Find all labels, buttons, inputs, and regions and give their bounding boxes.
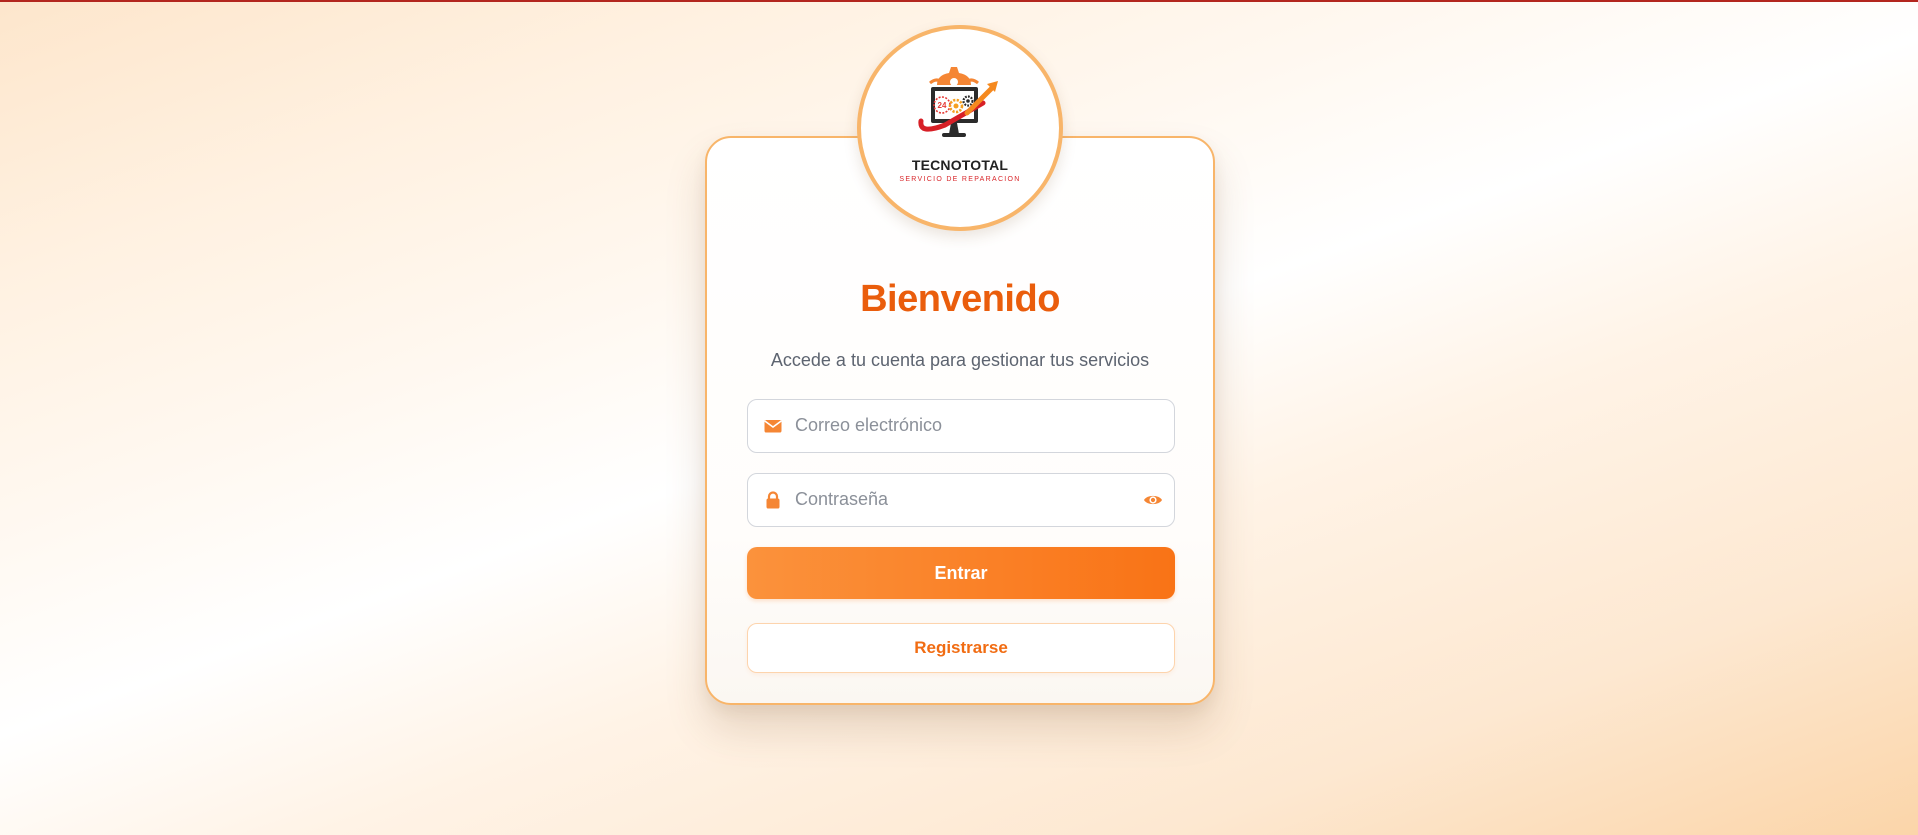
page-subtitle: Accede a tu cuenta para gestionar tus se… <box>770 350 1150 370</box>
page-title: Bienvenido <box>860 278 1060 320</box>
lock-icon <box>766 491 780 509</box>
register-button[interactable]: Registrarse <box>747 623 1175 673</box>
password-field <box>747 473 1175 527</box>
email-field <box>747 399 1175 453</box>
logo-circle: 24 TECNOTOTAL SERVICIO DE REPARACION <box>857 25 1063 231</box>
password-input[interactable] <box>795 474 1125 525</box>
top-border-line <box>0 0 1918 2</box>
logo-badge-text: 24 <box>938 101 947 110</box>
login-button[interactable]: Entrar <box>747 547 1175 599</box>
brand-name: TECNOTOTAL <box>911 157 1009 173</box>
eye-icon[interactable] <box>1143 491 1163 509</box>
email-input[interactable] <box>795 400 1125 451</box>
repair-logo-icon: 24 <box>918 67 998 137</box>
envelope-icon <box>764 420 782 433</box>
brand-tagline: SERVICIO DE REPARACION <box>899 176 1021 183</box>
